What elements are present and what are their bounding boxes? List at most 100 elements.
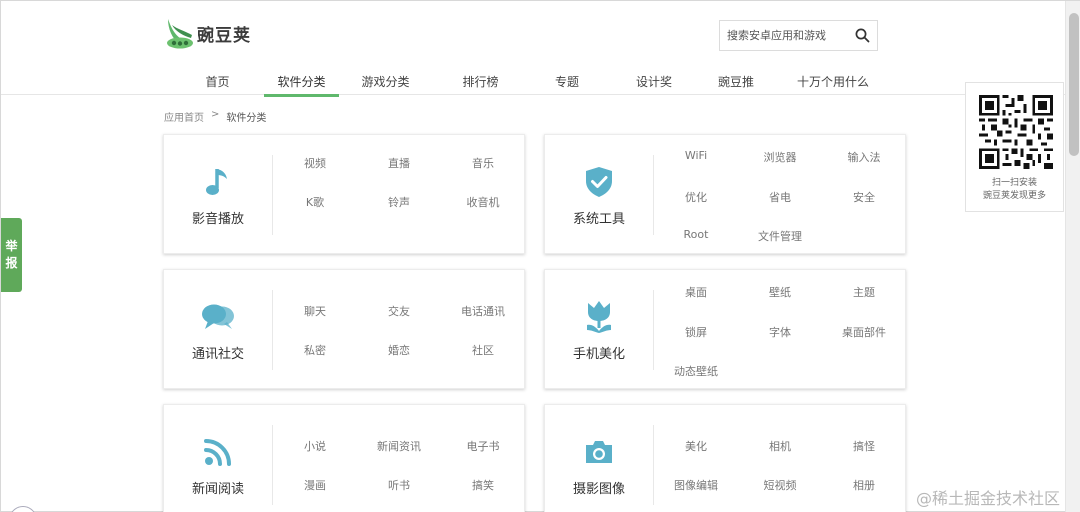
link-security[interactable]: 安全	[822, 189, 906, 229]
category-name: 影音播放	[191, 212, 244, 227]
corner-circle-icon	[9, 506, 37, 512]
link-image-editing[interactable]: 图像编辑	[654, 477, 738, 512]
tab-rankings[interactable]: 排行榜	[444, 65, 517, 95]
tab-what-to-use[interactable]: 十万个用什么	[783, 65, 883, 95]
category-name: 摄影图像	[572, 482, 625, 497]
link-root[interactable]: Root	[654, 228, 738, 268]
link-album[interactable]: 相册	[822, 477, 906, 512]
category-header[interactable]: 系统工具	[545, 135, 653, 253]
tab-wandoujia-recommend[interactable]: 豌豆推	[699, 65, 773, 95]
camera-icon	[545, 435, 653, 469]
breadcrumb-separator: >	[211, 109, 220, 120]
tab-game-categories[interactable]: 游戏分类	[349, 65, 422, 95]
link-music[interactable]: 音乐	[441, 155, 525, 194]
link-browser[interactable]: 浏览器	[738, 149, 822, 189]
link-radio[interactable]: 收音机	[441, 194, 525, 233]
category-name: 系统工具	[572, 212, 625, 227]
link-theme[interactable]: 主题	[822, 284, 906, 324]
category-links: 聊天 交友 电话通讯 私密 婚恋 社区	[273, 270, 524, 388]
report-button[interactable]: 举 报	[1, 218, 22, 292]
tab-software-categories[interactable]: 软件分类	[264, 65, 339, 97]
category-header[interactable]: 手机美化	[545, 270, 653, 388]
category-links: 桌面 壁纸 主题 锁屏 字体 桌面部件 动态壁纸	[654, 270, 905, 388]
category-card-media: 影音播放 视频 直播 音乐 K歌 铃声 收音机	[163, 134, 525, 254]
link-comics[interactable]: 漫画	[273, 477, 357, 512]
link-font[interactable]: 字体	[738, 324, 822, 364]
rss-icon	[164, 435, 272, 469]
report-char-1: 举	[5, 239, 18, 253]
scrollbar-thumb[interactable]	[1069, 13, 1079, 156]
breadcrumb: 应用首页 > 软件分类	[164, 109, 266, 124]
link-power-saving[interactable]: 省电	[738, 189, 822, 229]
brand-name: 豌豆荚	[197, 25, 251, 46]
link-optimize[interactable]: 优化	[654, 189, 738, 229]
link-dating[interactable]: 婚恋	[357, 342, 441, 381]
breadcrumb-current: 软件分类	[226, 113, 267, 124]
link-private[interactable]: 私密	[273, 342, 357, 381]
link-desktop[interactable]: 桌面	[654, 284, 738, 324]
category-card-phone-beautify: 手机美化 桌面 壁纸 主题 锁屏 字体 桌面部件 动态壁纸	[544, 269, 906, 389]
shield-check-icon	[545, 165, 653, 199]
category-card-system-tools: 系统工具 WiFi 浏览器 输入法 优化 省电 安全 Root 文件管理	[544, 134, 906, 254]
category-links: WiFi 浏览器 输入法 优化 省电 安全 Root 文件管理	[654, 135, 905, 253]
report-char-2: 报	[5, 256, 18, 270]
link-ringtone[interactable]: 铃声	[357, 194, 441, 233]
link-ebook[interactable]: 电子书	[441, 438, 525, 477]
link-camera[interactable]: 相机	[738, 438, 822, 477]
link-live-wallpaper[interactable]: 动态壁纸	[654, 363, 738, 403]
link-make-friends[interactable]: 交友	[357, 303, 441, 342]
search-input[interactable]	[720, 21, 846, 50]
qr-caption: 扫一扫安装 豌豆荚发现更多	[966, 177, 1063, 203]
category-links: 视频 直播 音乐 K歌 铃声 收音机	[273, 135, 524, 253]
qr-caption-line-1: 扫一扫安装	[991, 178, 1037, 188]
link-live[interactable]: 直播	[357, 155, 441, 194]
site-header: 豌豆荚 首页 软件分类 游戏分类 排行榜 专题 设计奖 豌豆推 十万个用什么	[1, 1, 1065, 97]
pea-logo-icon	[167, 19, 193, 49]
link-karaoke[interactable]: K歌	[273, 194, 357, 233]
link-wallpaper[interactable]: 壁纸	[738, 284, 822, 324]
watermark: @稀土掘金技术社区	[916, 489, 1061, 508]
link-phone-communication[interactable]: 电话通讯	[441, 303, 525, 342]
tulip-icon	[545, 300, 653, 334]
chat-bubbles-icon	[164, 300, 272, 334]
link-funny-photo[interactable]: 搞怪	[822, 438, 906, 477]
link-lock-screen[interactable]: 锁屏	[654, 324, 738, 364]
link-novel[interactable]: 小说	[273, 438, 357, 477]
category-header[interactable]: 通讯社交	[164, 270, 272, 388]
breadcrumb-home[interactable]: 应用首页	[164, 109, 204, 124]
link-beautify[interactable]: 美化	[654, 438, 738, 477]
category-links: 小说 新闻资讯 电子书 漫画 听书 搞笑	[273, 405, 524, 512]
link-input-method[interactable]: 输入法	[822, 149, 906, 189]
link-short-video[interactable]: 短视频	[738, 477, 822, 512]
link-widget[interactable]: 桌面部件	[822, 324, 906, 364]
category-card-social: 通讯社交 聊天 交友 电话通讯 私密 婚恋 社区	[163, 269, 525, 389]
link-wifi[interactable]: WiFi	[654, 149, 738, 189]
link-community[interactable]: 社区	[441, 342, 525, 381]
link-video[interactable]: 视频	[273, 155, 357, 194]
link-news[interactable]: 新闻资讯	[357, 438, 441, 477]
main-nav: 首页 软件分类 游戏分类 排行榜 专题 设计奖 豌豆推 十万个用什么	[181, 65, 883, 97]
category-name: 通讯社交	[191, 347, 244, 362]
category-name: 新闻阅读	[191, 482, 244, 497]
tab-home[interactable]: 首页	[181, 65, 254, 95]
qr-caption-line-2: 豌豆荚发现更多	[982, 191, 1046, 201]
search-box	[719, 20, 878, 51]
category-header[interactable]: 摄影图像	[545, 405, 653, 512]
category-header[interactable]: 新闻阅读	[164, 405, 272, 512]
link-chat[interactable]: 聊天	[273, 303, 357, 342]
link-funny[interactable]: 搞笑	[441, 477, 525, 512]
link-audiobook[interactable]: 听书	[357, 477, 441, 512]
link-file-manager[interactable]: 文件管理	[738, 228, 822, 268]
music-note-icon	[164, 165, 272, 199]
qr-code-panel: 扫一扫安装 豌豆荚发现更多	[965, 82, 1064, 212]
search-icon[interactable]	[852, 25, 873, 46]
vertical-scrollbar[interactable]	[1065, 1, 1080, 512]
category-header[interactable]: 影音播放	[164, 135, 272, 253]
tab-design-award[interactable]: 设计奖	[619, 65, 689, 95]
category-links: 美化 相机 搞怪 图像编辑 短视频 相册	[654, 405, 905, 512]
category-card-news-reading: 新闻阅读 小说 新闻资讯 电子书 漫画 听书 搞笑	[163, 404, 525, 512]
qr-code-icon	[979, 95, 1053, 169]
logo[interactable]: 豌豆荚	[165, 17, 251, 49]
tab-topics[interactable]: 专题	[537, 65, 597, 95]
category-name: 手机美化	[572, 347, 625, 362]
